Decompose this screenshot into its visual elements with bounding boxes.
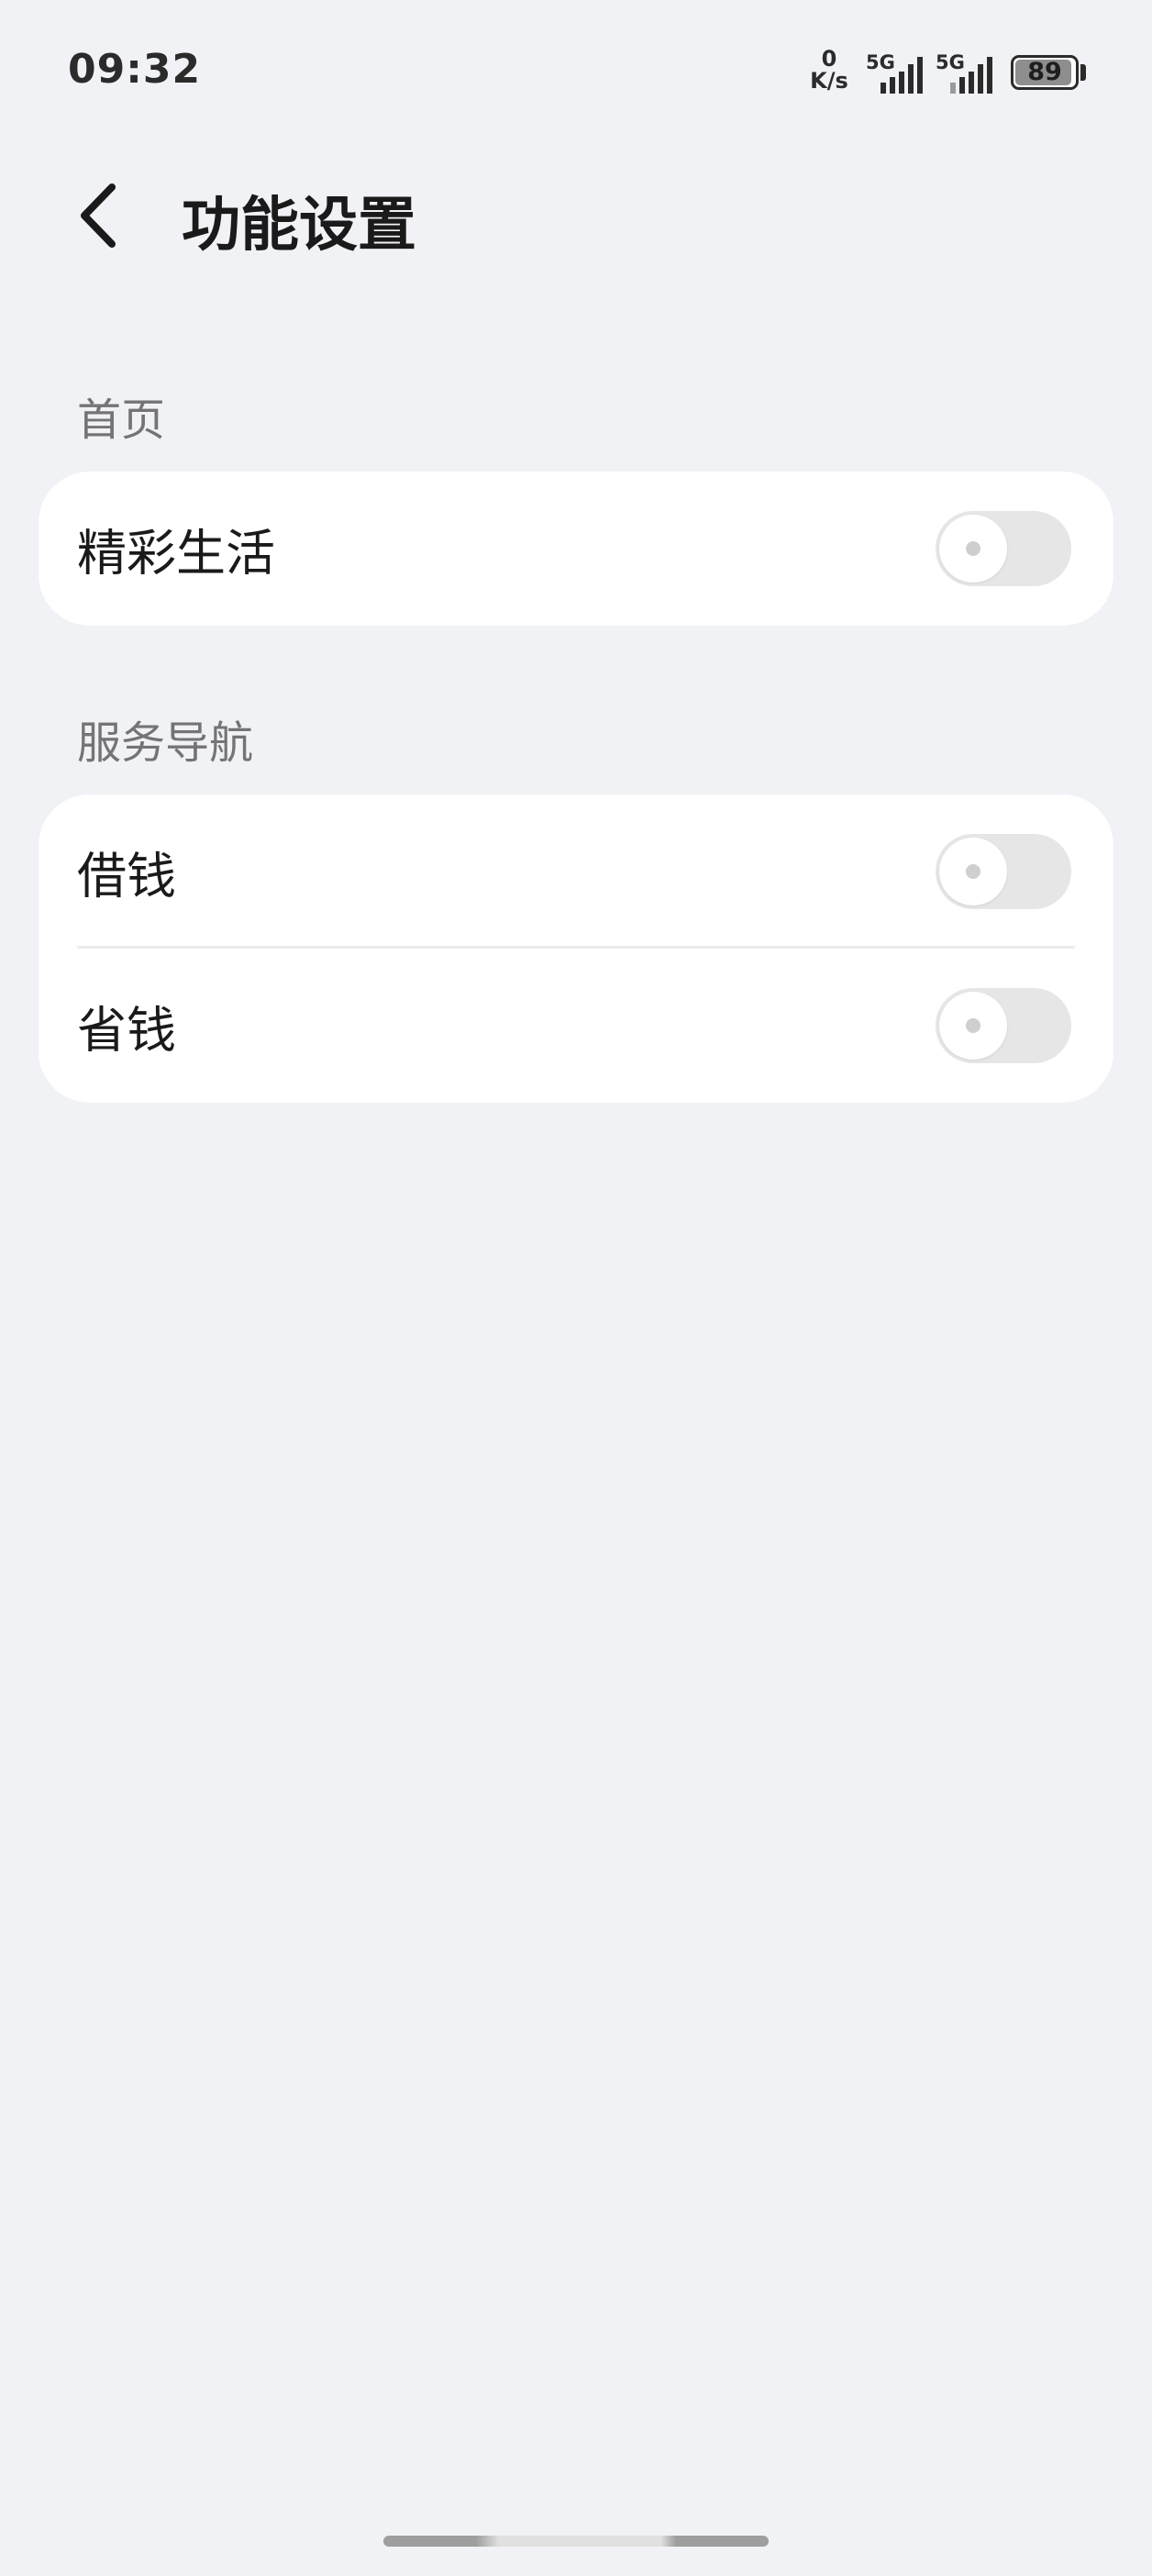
borrow-toggle[interactable] (936, 834, 1071, 909)
cellular-signal-icon: 5G (866, 51, 926, 94)
section-title-service-nav: 服务导航 (77, 717, 254, 769)
settings-card-home: 精彩生活 (39, 472, 1113, 626)
toggle-knob-dot (966, 1018, 980, 1033)
battery-tip (1080, 64, 1086, 81)
setting-label: 精彩生活 (77, 524, 275, 583)
setting-label: 省钱 (77, 1001, 176, 1060)
network-speed-indicator: 0 K/s (803, 48, 855, 92)
setting-label: 借钱 (77, 847, 176, 905)
toggle-knob (939, 838, 1007, 905)
signal-bars-icon (881, 57, 923, 94)
cellular-signal-icon: 5G (936, 51, 996, 94)
network-speed-unit: K/s (810, 68, 848, 94)
network-speed-value: 0 (821, 46, 837, 72)
battery-level: 89 (1027, 58, 1062, 86)
save-money-toggle[interactable] (936, 988, 1071, 1063)
settings-card-service-nav: 借钱 省钱 (39, 794, 1113, 1103)
toggle-knob-dot (966, 864, 980, 879)
home-indicator[interactable] (383, 2536, 769, 2547)
chevron-left-icon (81, 183, 116, 248)
status-bar: 09:32 0 K/s 5G 5G 89 (0, 0, 1152, 138)
section-title-home: 首页 (77, 394, 166, 446)
setting-row-borrow[interactable]: 借钱 (39, 794, 1113, 949)
setting-row-save-money[interactable]: 省钱 (39, 949, 1113, 1103)
setting-row-lifestyle[interactable]: 精彩生活 (39, 472, 1113, 626)
status-time: 09:32 (68, 46, 202, 93)
signal-bars-icon (950, 57, 992, 94)
lifestyle-toggle[interactable] (936, 511, 1071, 586)
back-button[interactable] (66, 174, 139, 257)
toggle-knob (939, 515, 1007, 583)
toggle-knob (939, 992, 1007, 1060)
battery-icon: 89 (1011, 55, 1079, 90)
settings-page: 09:32 0 K/s 5G 5G 89 功能设置 首页 精彩生活 服务导航 借… (0, 0, 1152, 2576)
page-title: 功能设置 (182, 192, 416, 260)
toggle-knob-dot (966, 541, 980, 556)
